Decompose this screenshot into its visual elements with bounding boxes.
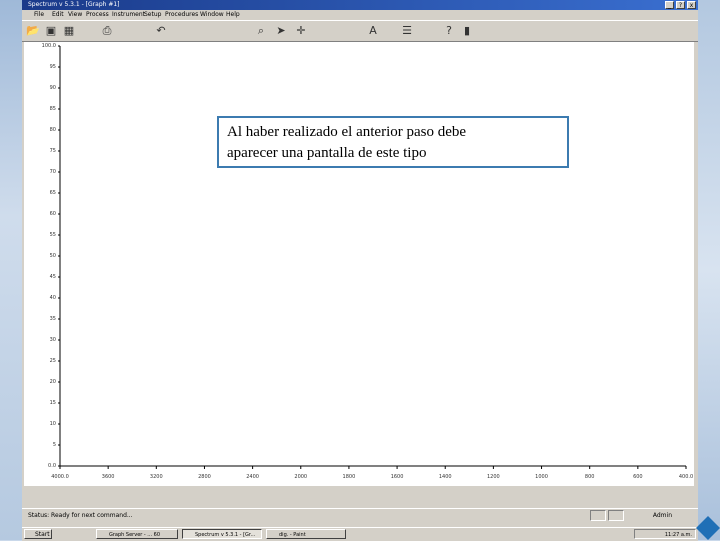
status-text: Status: Ready for next command... bbox=[28, 512, 133, 519]
x-tick-label: 400.0 bbox=[678, 474, 694, 480]
grid-icon[interactable]: ☰ bbox=[400, 24, 414, 38]
x-tick-label: 2800 bbox=[198, 474, 211, 480]
y-tick-label: 90 bbox=[49, 85, 56, 91]
x-tick-label: 1400 bbox=[438, 474, 452, 480]
save-icon[interactable]: ▣ bbox=[44, 24, 58, 38]
menu-edit[interactable]: Edit bbox=[52, 10, 64, 20]
status-bar: Status: Ready for next command... Admin bbox=[22, 508, 698, 523]
zoom-icon[interactable]: ⌕ bbox=[254, 24, 268, 38]
close-button[interactable]: x bbox=[687, 1, 696, 9]
y-tick-label: 100.0 bbox=[41, 43, 56, 49]
menu-window[interactable]: Window bbox=[200, 10, 224, 20]
move-icon[interactable]: ✛ bbox=[294, 24, 308, 38]
y-tick-label: 65 bbox=[49, 190, 56, 196]
x-tick-label: 3200 bbox=[149, 474, 163, 480]
help-button[interactable]: ? bbox=[676, 1, 685, 9]
y-tick-label: 55 bbox=[49, 232, 56, 238]
x-tick-label: 2400 bbox=[246, 474, 259, 480]
plot-axes bbox=[59, 46, 686, 467]
toolbar: 📂 ▣ ▦ ⎙ ↶ ⌕ ➤ ✛ A ☰ ? ▮ bbox=[22, 20, 698, 42]
window-title: Spectrum v 5.3.1 - [Graph #1] bbox=[28, 1, 120, 8]
taskbar-item-graph-server[interactable]: Graph Server - ... 60 bbox=[96, 529, 178, 539]
x-tick-label: 1600 bbox=[390, 474, 404, 480]
spectrum-window: Spectrum v 5.3.1 - [Graph #1] _ ? x File… bbox=[22, 0, 698, 528]
taskbar: Start Graph Server - ... 60 Spectrum v 5… bbox=[22, 527, 698, 541]
y-tick-label: 45 bbox=[49, 274, 56, 280]
arrow-icon[interactable]: ➤ bbox=[274, 24, 288, 38]
x-tick-label: 4000.0 bbox=[51, 474, 69, 480]
y-tick-label: 0.0 bbox=[48, 463, 56, 469]
start-button[interactable]: Start bbox=[24, 529, 52, 539]
menu-procedures[interactable]: Procedures bbox=[165, 10, 198, 20]
y-tick-label: 15 bbox=[49, 400, 56, 406]
callout-line-1: Al haber realizado el anterior paso debe bbox=[227, 124, 467, 140]
y-tick-label: 95 bbox=[49, 64, 56, 70]
x-tick-label: 1000 bbox=[535, 474, 548, 480]
menu-bar: File Edit View Process Instrument Setup … bbox=[22, 10, 698, 20]
desktop-background-right bbox=[698, 0, 720, 540]
undo-icon[interactable]: ↶ bbox=[154, 24, 168, 38]
x-tick-label: 1800 bbox=[342, 474, 356, 480]
menu-file[interactable]: File bbox=[34, 10, 44, 20]
x-tick-label: 600 bbox=[633, 474, 643, 480]
y-tick-label: 80 bbox=[49, 127, 56, 133]
status-user: Admin bbox=[652, 512, 672, 519]
menu-setup[interactable]: Setup bbox=[144, 10, 161, 20]
x-tick-label: 2000 bbox=[294, 474, 308, 480]
desktop-background-left bbox=[0, 0, 22, 540]
y-tick-label: 20 bbox=[49, 379, 56, 385]
x-tick-label: 800 bbox=[584, 474, 595, 480]
y-tick-label: 60 bbox=[49, 211, 56, 217]
text-icon[interactable]: A bbox=[366, 24, 380, 38]
y-tick-label: 25 bbox=[49, 358, 56, 364]
open-icon[interactable]: 📂 bbox=[26, 24, 40, 38]
taskbar-item-spectrum[interactable]: Spectrum v 5.3.1 - [Gr... bbox=[182, 529, 262, 539]
print-icon[interactable]: ⎙ bbox=[100, 24, 114, 38]
taskbar-item-paint[interactable]: dig. - Paint bbox=[266, 529, 346, 539]
graph-area[interactable]: 100.0 95 90 85 80 75 70 65 60 55 50 45 40 35 30 25 20 15 1… bbox=[24, 42, 694, 486]
callout-line-2: aparecer una pantalla de este tipo bbox=[227, 145, 427, 161]
y-tick-label: 75 bbox=[49, 148, 56, 154]
menu-instrument[interactable]: Instrument bbox=[112, 10, 145, 20]
graph-icon[interactable]: ▦ bbox=[62, 24, 76, 38]
title-bar[interactable]: Spectrum v 5.3.1 - [Graph #1] _ ? x bbox=[22, 0, 698, 10]
minimize-button[interactable]: _ bbox=[665, 1, 674, 9]
y-tick-label: 10 bbox=[49, 421, 56, 427]
menu-view[interactable]: View bbox=[68, 10, 82, 20]
y-tick-label: 85 bbox=[49, 106, 56, 112]
menu-help[interactable]: Help bbox=[226, 10, 240, 20]
y-tick-label: 40 bbox=[49, 295, 56, 301]
scan-icon[interactable]: ▮ bbox=[460, 24, 474, 38]
x-tick-label: 3600 bbox=[101, 474, 115, 480]
y-tick-label: 30 bbox=[49, 337, 56, 343]
help-icon[interactable]: ? bbox=[442, 24, 456, 38]
system-tray-clock: 11:27 a.m. bbox=[634, 529, 696, 539]
status-panel bbox=[608, 510, 624, 521]
spectrum-plot bbox=[58, 45, 687, 469]
x-tick-label: 1200 bbox=[487, 474, 500, 480]
instruction-callout: Al haber realizado el anterior paso debe… bbox=[217, 116, 569, 168]
y-tick-label: 35 bbox=[49, 316, 56, 322]
status-panel bbox=[590, 510, 606, 521]
menu-process[interactable]: Process bbox=[86, 10, 109, 20]
y-tick-label: 50 bbox=[49, 253, 56, 259]
y-tick-label: 70 bbox=[49, 169, 56, 175]
y-tick-label: 5 bbox=[52, 442, 56, 448]
